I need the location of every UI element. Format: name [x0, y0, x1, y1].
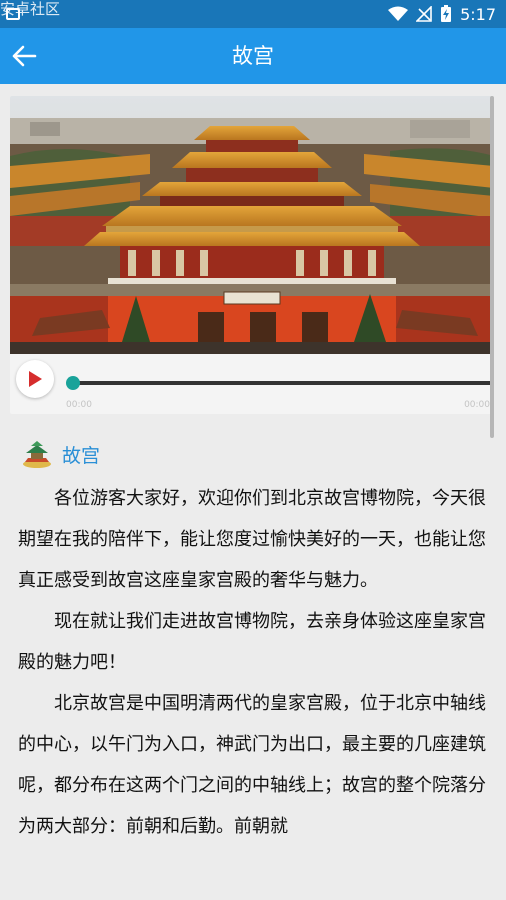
- paragraph: 各位游客大家好，欢迎你们到北京故宫博物院，今天很期望在我的陪伴下，能让您度过愉快…: [18, 488, 486, 591]
- status-bar: 安卓社区 5:17: [0, 0, 506, 28]
- audio-player: 00:00 00:00: [10, 354, 494, 414]
- scrollbar[interactable]: [490, 96, 494, 438]
- article-content: 各位游客大家好，欢迎你们到北京故宫博物院，今天很期望在我的陪伴下，能让您度过愉快…: [18, 478, 486, 847]
- section-header: 故宫: [22, 436, 100, 472]
- no-signal-icon: [416, 6, 432, 22]
- section-name: 故宫: [62, 444, 101, 467]
- clock: 5:17: [460, 4, 496, 24]
- progress-track[interactable]: [72, 381, 492, 385]
- app-bar: 故宫: [0, 28, 506, 84]
- progress-knob[interactable]: [66, 376, 80, 390]
- play-button[interactable]: [16, 360, 54, 398]
- watermark: 安卓社区: [0, 0, 61, 18]
- forbidden-city-photo: [10, 96, 494, 354]
- wifi-icon: [388, 6, 409, 21]
- paragraph: 北京故宫是中国明清两代的皇家宫殿，位于北京中轴线的中心，以午门为入口，神武门为出…: [18, 693, 486, 837]
- audio-guide-card: 00:00 00:00: [10, 96, 494, 414]
- battery-charging-icon: [441, 5, 452, 22]
- paragraph: 现在就让我们走进故宫博物院，去亲身体验这座皇家宫殿的魅力吧！: [18, 611, 486, 673]
- current-time: 00:00: [66, 400, 92, 410]
- play-icon: [29, 371, 42, 387]
- status-icons: 5:17: [388, 4, 496, 24]
- page-title: 故宫: [232, 44, 274, 68]
- total-time: 00:00: [464, 400, 490, 410]
- pavilion-icon: [23, 441, 51, 468]
